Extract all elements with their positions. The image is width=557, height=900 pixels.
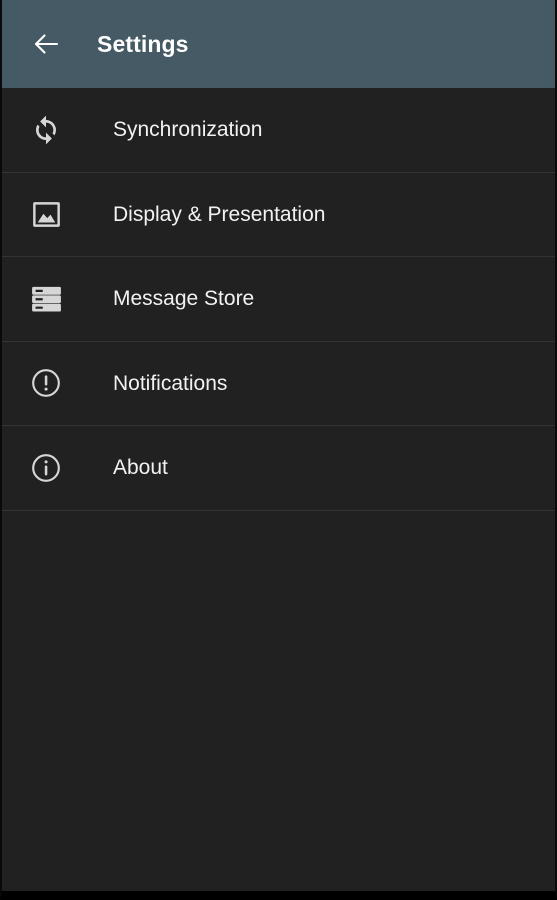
sidebar-item-label: Message Store (113, 287, 255, 311)
sidebar-item-label: About (113, 456, 168, 480)
sidebar-item-display-presentation[interactable]: Display & Presentation (2, 173, 555, 257)
sync-icon (24, 110, 68, 150)
settings-screen: Settings Synchronization Display & Prese… (0, 0, 557, 900)
sidebar-item-synchronization[interactable]: Synchronization (2, 88, 555, 173)
arrow-left-icon (30, 28, 62, 60)
back-button[interactable] (26, 24, 66, 64)
app-bar: Settings (2, 0, 555, 88)
sidebar-item-about[interactable]: About (2, 426, 555, 511)
page-title: Settings (97, 30, 189, 57)
sidebar-item-message-store[interactable]: Message Store (2, 257, 555, 342)
list-empty-area (2, 510, 555, 891)
sidebar-item-label: Display & Presentation (113, 202, 326, 226)
storage-icon (24, 279, 68, 319)
sidebar-item-label: Synchronization (113, 118, 263, 142)
settings-list: Synchronization Display & Presentation M… (2, 88, 555, 891)
sidebar-item-notifications[interactable]: Notifications (2, 342, 555, 426)
image-icon (24, 194, 68, 234)
exclamation-circle-icon (24, 363, 68, 403)
info-circle-icon (24, 448, 68, 488)
sidebar-item-label: Notifications (113, 371, 228, 395)
